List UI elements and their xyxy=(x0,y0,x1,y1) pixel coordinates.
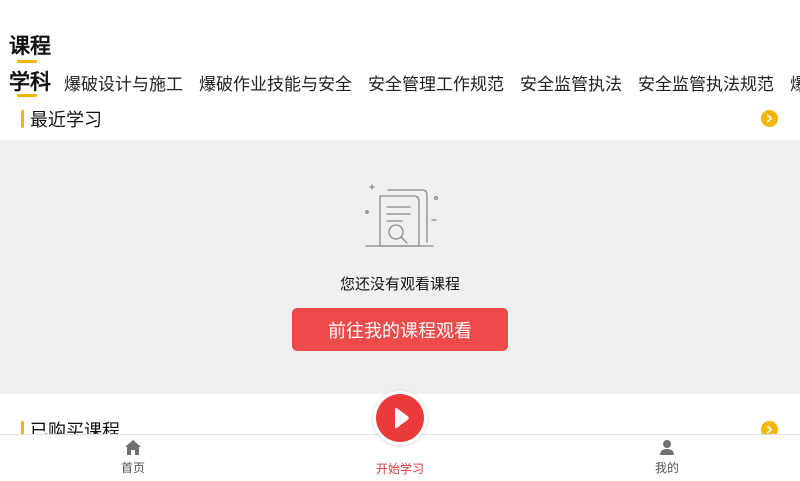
subject-underline xyxy=(17,94,37,97)
go-to-my-courses-button[interactable]: 前往我的课程观看 xyxy=(292,308,508,351)
recent-empty-panel: 您还没有观看课程 前往我的课程观看 xyxy=(0,140,800,394)
tab-safety-management[interactable]: 安全管理工作规范 xyxy=(368,70,504,95)
nav-mine[interactable]: 我的 xyxy=(627,439,707,476)
recent-section-title: 最近学习 xyxy=(30,110,102,131)
play-icon xyxy=(395,407,409,429)
subject-tabs: 爆破设计与施工 爆破作业技能与安全 安全管理工作规范 安全监管执法 安全监管执法… xyxy=(64,70,800,95)
tab-blasting-more[interactable]: 爆破 xyxy=(790,70,800,95)
nav-home-label: 首页 xyxy=(120,461,145,475)
nav-mine-label: 我的 xyxy=(654,461,679,475)
home-icon xyxy=(125,440,141,455)
tab-enforcement-standards[interactable]: 安全监管执法规范 xyxy=(638,70,774,95)
empty-document-icon xyxy=(365,184,439,247)
subject-tabs-row: 学科 爆破设计与施工 爆破作业技能与安全 安全管理工作规范 安全监管执法 安全监… xyxy=(0,64,800,98)
page-title: 课程 xyxy=(9,34,51,58)
nav-home[interactable]: 首页 xyxy=(93,439,173,476)
chevron-right-icon xyxy=(766,114,773,123)
empty-state-text: 您还没有观看课程 xyxy=(339,275,460,293)
tab-blasting-design[interactable]: 爆破设计与施工 xyxy=(64,70,183,95)
section-accent-bar xyxy=(21,110,24,128)
subject-label: 学科 xyxy=(9,70,51,94)
tab-blasting-skills[interactable]: 爆破作业技能与安全 xyxy=(199,70,352,95)
tab-safety-enforcement[interactable]: 安全监管执法 xyxy=(520,70,622,95)
play-button-circle xyxy=(376,394,424,442)
title-underline xyxy=(17,60,37,63)
user-icon xyxy=(660,440,674,455)
start-learning-button[interactable] xyxy=(373,391,427,445)
recent-section-header: 最近学习 xyxy=(0,101,800,135)
nav-start-label[interactable]: 开始学习 xyxy=(360,460,440,477)
chevron-right-icon xyxy=(766,425,773,434)
recent-more-button[interactable] xyxy=(761,110,778,127)
